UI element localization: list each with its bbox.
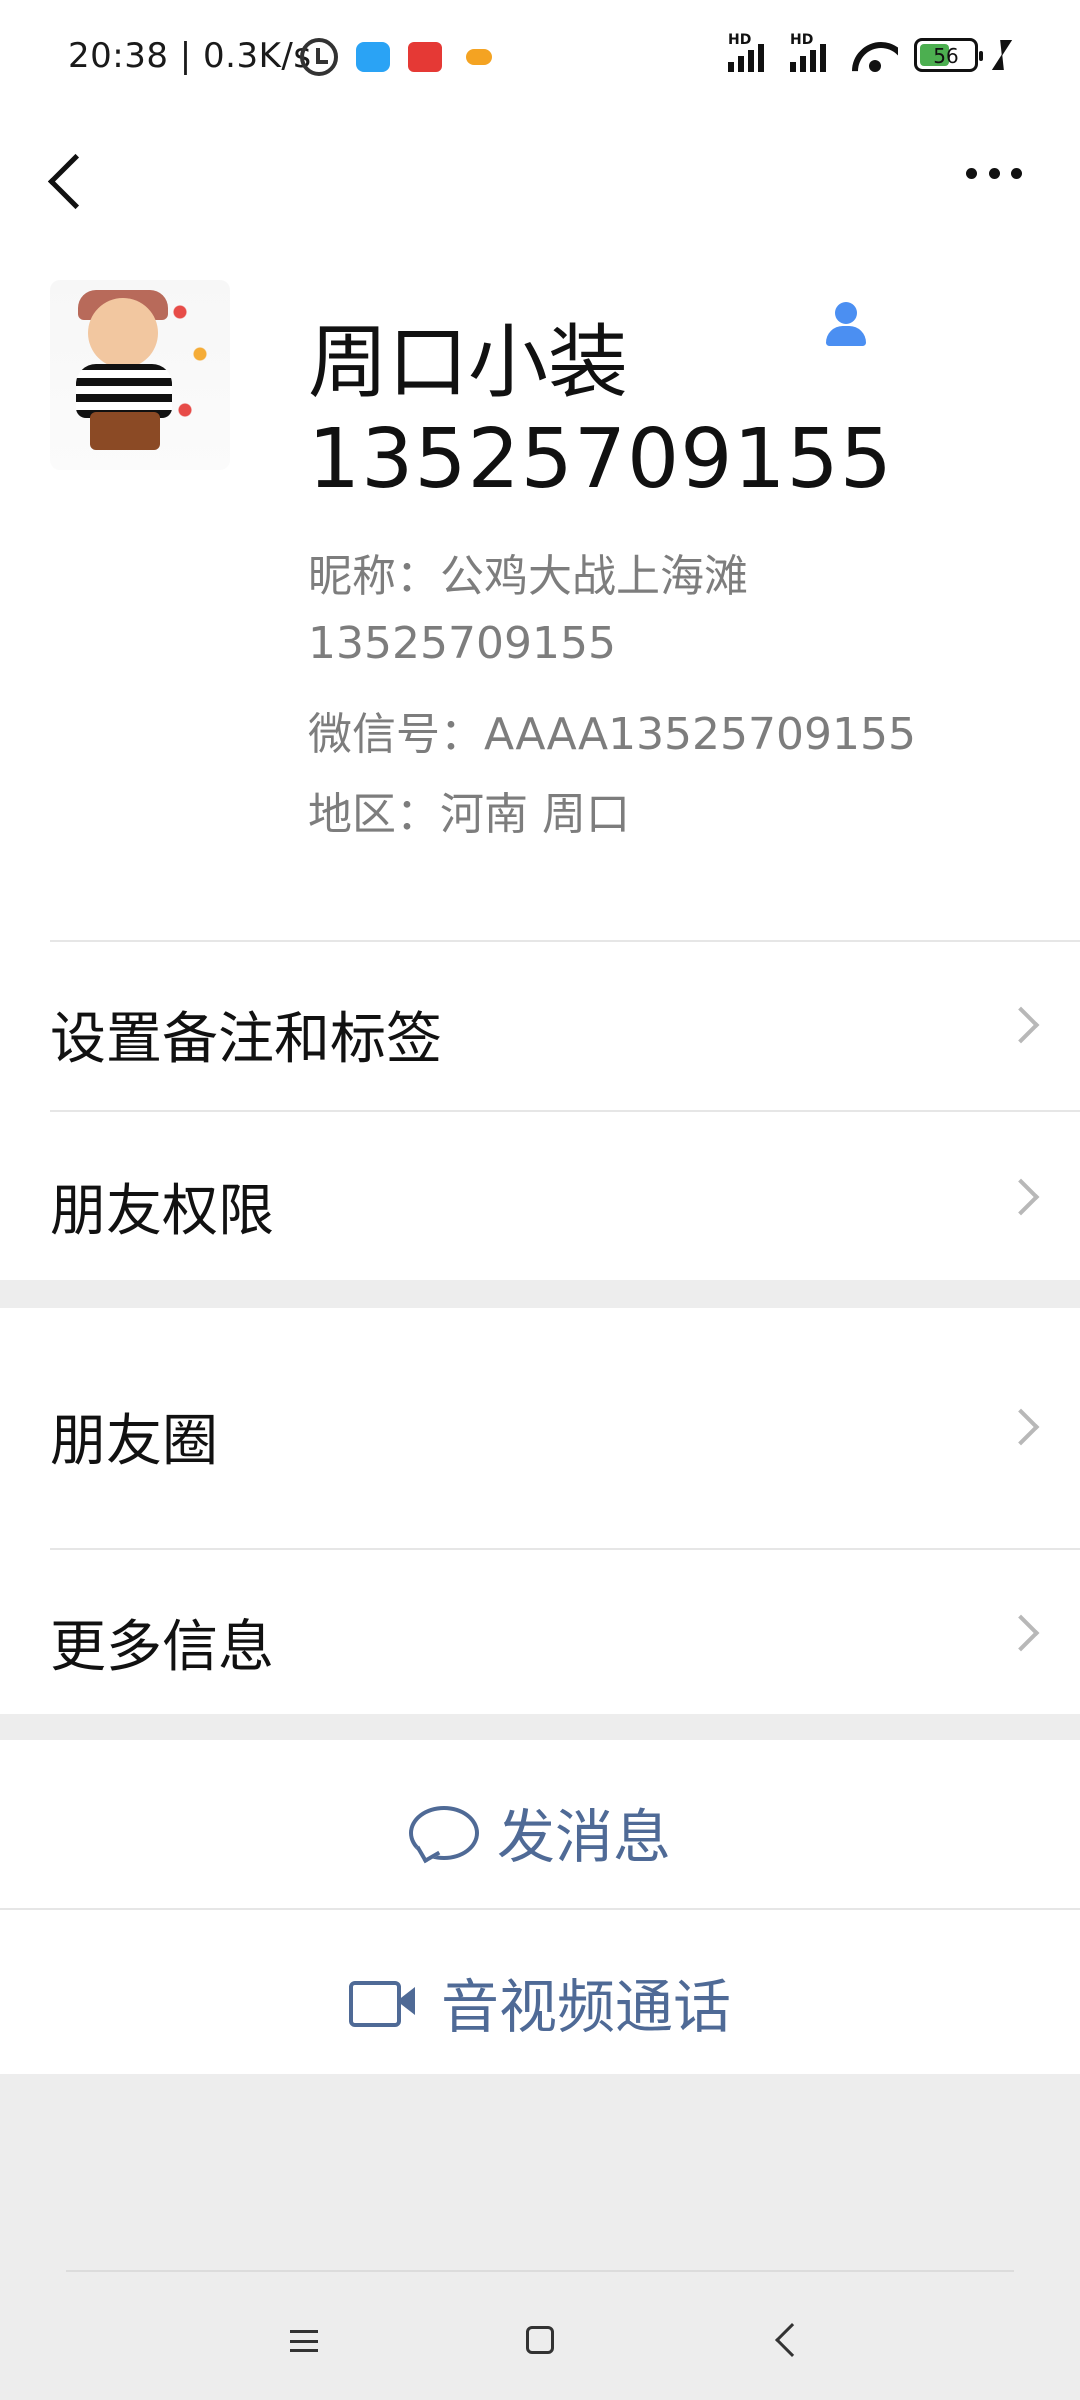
- wifi-icon: [852, 38, 898, 72]
- battery-icon: 56: [914, 38, 983, 72]
- profile-phone: 13525709155: [308, 618, 616, 669]
- home-icon[interactable]: [526, 2326, 554, 2354]
- hd-signal-icon: HD: [728, 32, 774, 72]
- profile-phone-big: 13525709155: [308, 412, 893, 507]
- avatar[interactable]: [50, 280, 230, 470]
- alarm-icon: [300, 38, 338, 76]
- chat-bubble-icon: [408, 1806, 479, 1860]
- list-item-label: 更多信息: [50, 1615, 274, 1680]
- profile-name: 周口小装: [308, 316, 628, 409]
- status-app-icons: [300, 38, 492, 76]
- status-bar: 20:38 | 0.3K/s HD HD 56: [0, 0, 1080, 120]
- actions-group: 发消息 音视频通话: [0, 1740, 1080, 2074]
- hd-signal-icon: HD: [790, 32, 836, 72]
- list-item-more-info[interactable]: 更多信息: [0, 1550, 1080, 1714]
- chevron-right-icon: [1002, 1006, 1040, 1044]
- top-nav: [0, 120, 1080, 240]
- list-item-remarks-tags[interactable]: 设置备注和标签: [0, 940, 1080, 1108]
- video-camera-icon: [348, 1979, 415, 2027]
- status-right: HD HD 56: [728, 32, 1010, 72]
- chevron-right-icon: [1002, 1178, 1040, 1216]
- chevron-right-icon: [1002, 1408, 1040, 1446]
- more-icon[interactable]: [966, 158, 1022, 188]
- news-app-icon: [408, 42, 442, 72]
- send-message-button[interactable]: 发消息: [0, 1740, 1080, 1908]
- battery-level: 56: [933, 44, 959, 68]
- screen: 20:38 | 0.3K/s HD HD 56 周口小装 13525709155…: [0, 0, 1080, 2400]
- profile-wechat-id: 微信号：AAAA13525709155: [308, 709, 917, 760]
- list-item-label: 设置备注和标签: [50, 1007, 442, 1072]
- hd-label: HD: [728, 32, 752, 48]
- divider: [66, 2270, 1014, 2272]
- hd-label: HD: [790, 32, 814, 48]
- contact-icon: [822, 302, 870, 352]
- list-item-friend-permissions[interactable]: 朋友权限: [0, 1112, 1080, 1280]
- list-item-label: 朋友权限: [50, 1179, 274, 1244]
- info-group: 朋友圈 更多信息: [0, 1308, 1080, 1714]
- send-message-label: 发消息: [496, 1803, 671, 1871]
- profile-card: 周口小装 13525709155 昵称：公鸡大战上海滩 13525709155 …: [0, 240, 1080, 940]
- status-time: 20:38 | 0.3K/s: [68, 36, 312, 76]
- profile-region: 地区：河南 周口: [308, 789, 630, 840]
- charging-icon: [994, 40, 1010, 70]
- menu-icon[interactable]: [290, 2330, 318, 2352]
- voice-video-call-button[interactable]: 音视频通话: [0, 1910, 1080, 2078]
- cloud-app-icon: [356, 42, 390, 72]
- profile-nickname: 昵称：公鸡大战上海滩: [308, 551, 748, 602]
- chevron-right-icon: [1002, 1614, 1040, 1652]
- back-icon[interactable]: [44, 158, 84, 198]
- voice-video-call-label: 音视频通话: [440, 1973, 731, 2041]
- back-icon[interactable]: [775, 2323, 809, 2357]
- game-app-icon: [466, 49, 492, 65]
- list-item-label: 朋友圈: [50, 1409, 218, 1474]
- list-item-moments[interactable]: 朋友圈: [0, 1308, 1080, 1548]
- system-navigation-bar: [0, 2270, 1080, 2400]
- settings-group: 设置备注和标签 朋友权限: [0, 940, 1080, 1280]
